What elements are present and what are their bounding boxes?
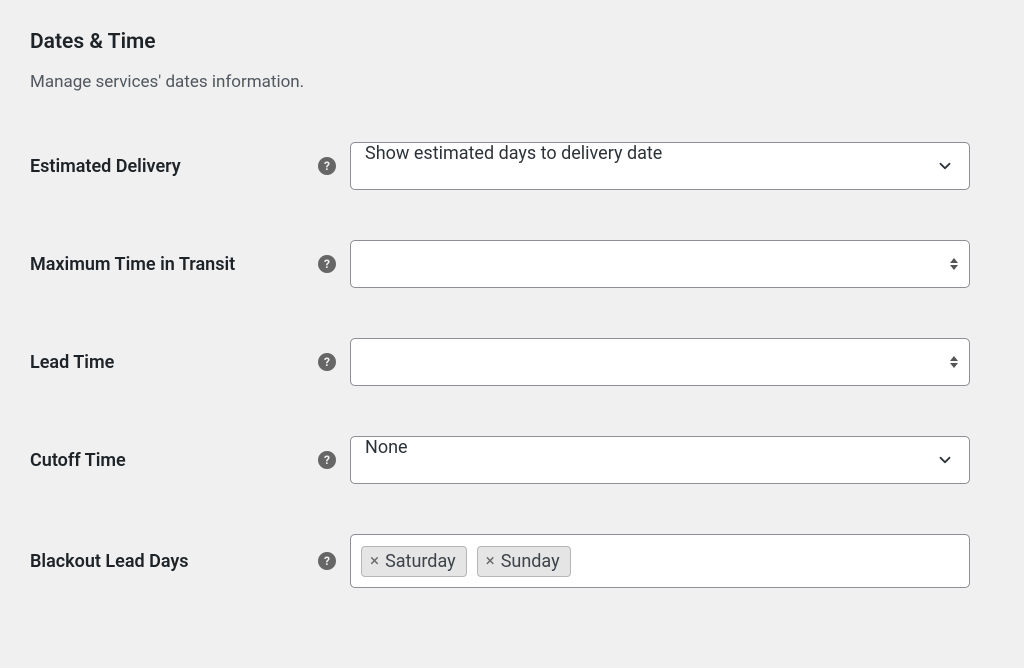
help-icon[interactable]: ? xyxy=(318,157,336,175)
cutoff-time-select[interactable]: None xyxy=(350,436,970,484)
close-icon[interactable]: × xyxy=(368,553,381,570)
blackout-lead-days-label: Blackout Lead Days xyxy=(30,551,318,572)
section-title: Dates & Time xyxy=(30,30,994,54)
field-row-lead-time: Lead Time ? xyxy=(30,338,994,386)
estimated-delivery-select[interactable]: Show estimated days to delivery date xyxy=(350,142,970,190)
field-row-cutoff-time: Cutoff Time ? None xyxy=(30,436,994,484)
close-icon[interactable]: × xyxy=(484,553,497,570)
help-icon[interactable]: ? xyxy=(318,552,336,570)
field-row-estimated-delivery: Estimated Delivery ? Show estimated days… xyxy=(30,142,994,190)
max-transit-label: Maximum Time in Transit xyxy=(30,254,318,275)
field-row-blackout-lead-days: Blackout Lead Days ? × Saturday × Sunday xyxy=(30,534,994,588)
help-icon[interactable]: ? xyxy=(318,451,336,469)
field-row-max-transit: Maximum Time in Transit ? xyxy=(30,240,994,288)
lead-time-label: Lead Time xyxy=(30,352,318,373)
tag-label: Sunday xyxy=(501,551,560,572)
help-icon[interactable]: ? xyxy=(318,353,336,371)
help-icon[interactable]: ? xyxy=(318,255,336,273)
tag-label: Saturday xyxy=(385,551,456,572)
estimated-delivery-label: Estimated Delivery xyxy=(30,156,318,177)
section-description: Manage services' dates information. xyxy=(30,72,994,92)
blackout-lead-days-input[interactable]: × Saturday × Sunday xyxy=(350,534,970,588)
cutoff-time-label: Cutoff Time xyxy=(30,450,318,471)
tag-sunday[interactable]: × Sunday xyxy=(477,546,571,577)
max-transit-input[interactable] xyxy=(350,240,970,288)
lead-time-input[interactable] xyxy=(350,338,970,386)
tag-saturday[interactable]: × Saturday xyxy=(361,546,467,577)
